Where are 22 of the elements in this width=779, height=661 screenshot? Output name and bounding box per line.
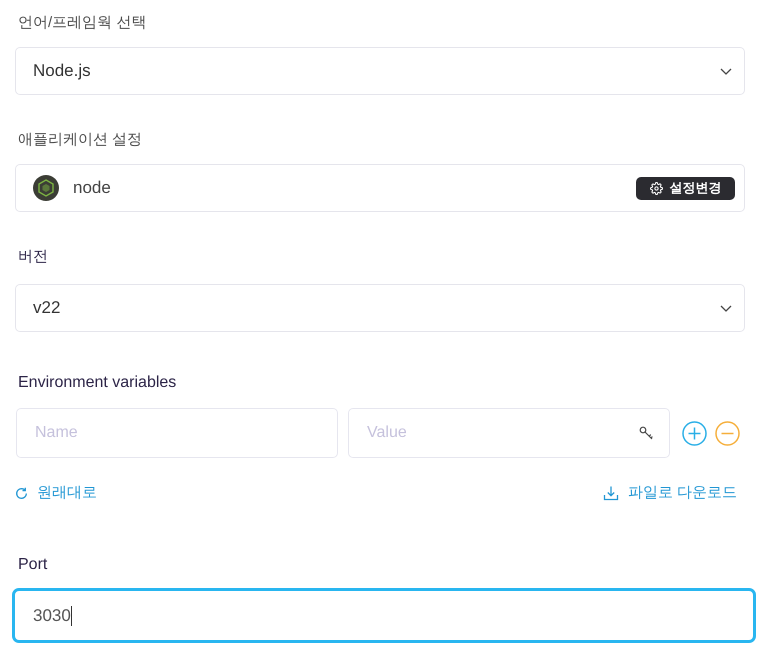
version-select[interactable]: v22: [15, 284, 745, 332]
framework-select[interactable]: Node.js: [15, 47, 745, 95]
app-name: node: [73, 178, 111, 198]
text-cursor-icon: [70, 606, 72, 626]
chevron-down-icon: [720, 304, 732, 312]
field-label: Port: [17, 555, 48, 575]
field-label: 버전: [17, 247, 48, 267]
minus-circle-icon[interactable]: [715, 420, 740, 446]
hexagon-logo-icon: [33, 175, 59, 201]
section-label: Environment variables: [17, 373, 176, 393]
value-input[interactable]: Value: [348, 408, 670, 458]
port-input[interactable]: 3030: [12, 588, 756, 643]
key-icon: [639, 426, 653, 440]
download-icon: [602, 485, 619, 501]
name-input[interactable]: Name: [16, 408, 338, 458]
field-label: 언어/프레임웍 선택: [17, 13, 146, 33]
refresh-icon: [15, 486, 28, 500]
settings-icon: [650, 182, 662, 194]
field-label: 애플리케이션 설정: [17, 130, 142, 150]
plus-circle-icon[interactable]: [682, 420, 707, 446]
change-settings-button[interactable]: 설정변경: [636, 176, 735, 200]
chevron-down-icon: [720, 68, 732, 74]
